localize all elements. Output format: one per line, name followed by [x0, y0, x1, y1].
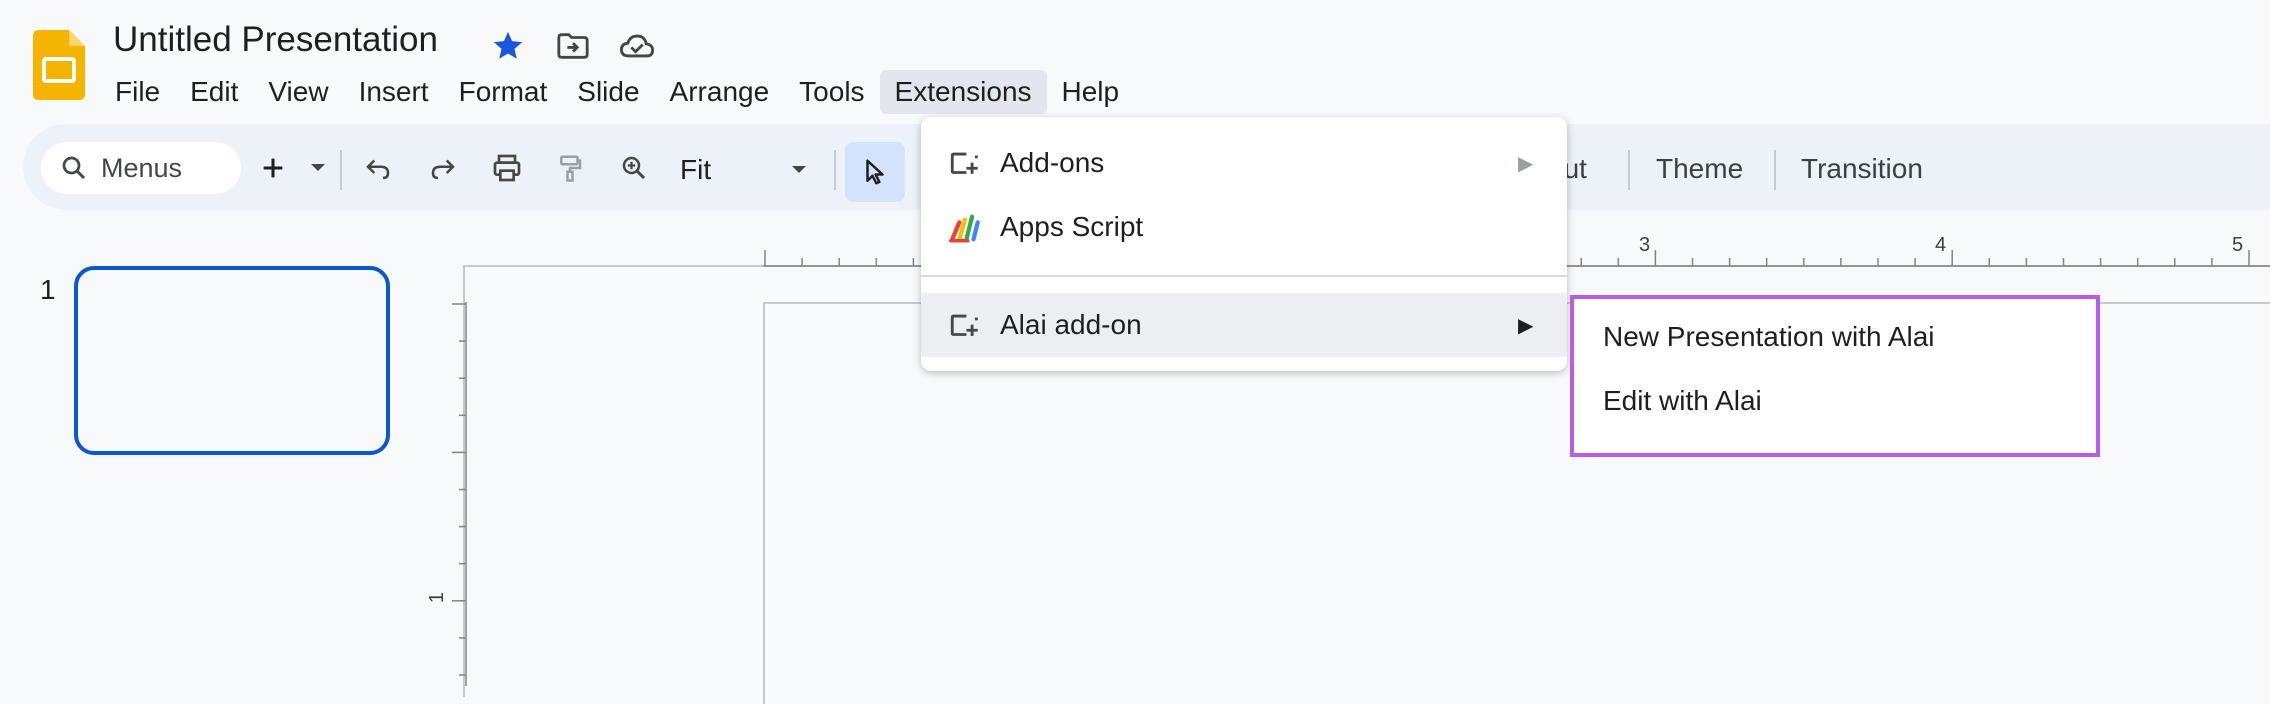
add-icon[interactable]: [250, 145, 296, 191]
select-cursor-icon[interactable]: [845, 142, 905, 202]
theme-button[interactable]: Theme: [1656, 153, 1743, 185]
menu-insert[interactable]: Insert: [344, 70, 444, 114]
zoom-icon[interactable]: [611, 145, 657, 191]
edit-with-alai-item[interactable]: Edit with Alai: [1603, 385, 1762, 417]
add-on-icon: [950, 314, 978, 336]
slides-logo-icon[interactable]: [33, 30, 85, 100]
menu-divider: [921, 275, 1567, 277]
zoom-select[interactable]: Fit: [660, 147, 815, 193]
ruler-label: 4: [1935, 234, 1947, 256]
vertical-ruler: [452, 302, 467, 686]
search-icon: [62, 156, 86, 180]
submenu-arrow-icon: ▶: [1518, 314, 1534, 337]
paint-format-icon[interactable]: [547, 145, 593, 191]
menu-file[interactable]: File: [100, 70, 175, 114]
search-menus-box[interactable]: Menus: [41, 142, 241, 194]
ruler-label: 1: [426, 591, 449, 604]
menu-extensions[interactable]: Extensions: [879, 70, 1047, 114]
toolbar-separator: [340, 150, 342, 190]
extensions-menu: Add-ons ▶ Apps Script Alai add-on ▶: [921, 117, 1567, 371]
undo-icon[interactable]: [355, 145, 401, 191]
menu-edit[interactable]: Edit: [175, 70, 253, 114]
menu-help[interactable]: Help: [1047, 70, 1135, 114]
move-to-folder-icon[interactable]: [553, 26, 593, 66]
zoom-value: Fit: [680, 154, 712, 185]
toolbar-separator: [834, 150, 836, 190]
star-icon[interactable]: [488, 26, 528, 66]
menu-item-alai-add-on[interactable]: Alai add-on ▶: [921, 293, 1567, 357]
alai-submenu: New Presentation with Alai Edit with Ala…: [1570, 295, 2100, 457]
toolbar-separator: [1774, 150, 1776, 190]
cloud-saved-icon[interactable]: [617, 26, 657, 66]
menu-tools[interactable]: Tools: [784, 70, 879, 114]
new-slide-dropdown-icon[interactable]: [300, 145, 336, 191]
apps-script-icon: [949, 214, 980, 243]
menu-arrange[interactable]: Arrange: [655, 70, 785, 114]
toolbar-separator: [1628, 150, 1630, 190]
print-icon[interactable]: [484, 145, 530, 191]
menu-item-label: Alai add-on: [1000, 309, 1142, 340]
presentation-title[interactable]: Untitled Presentation: [113, 20, 438, 60]
menu-view[interactable]: View: [253, 70, 343, 114]
submenu-arrow-icon: ▶: [1518, 152, 1534, 175]
slide-number: 1: [40, 274, 56, 305]
new-presentation-with-alai-item[interactable]: New Presentation with Alai: [1603, 321, 1935, 353]
chevron-down-icon: [792, 166, 806, 173]
menu-item-apps-script[interactable]: Apps Script: [921, 195, 1567, 259]
search-label: Menus: [101, 152, 183, 183]
menu-slide[interactable]: Slide: [562, 70, 654, 114]
ruler-label: 3: [1639, 234, 1651, 256]
menu-item-label: Add-ons: [1000, 147, 1105, 178]
add-on-icon: [950, 152, 978, 174]
ruler-label: 5: [2232, 234, 2244, 256]
transition-button[interactable]: Transition: [1801, 153, 1923, 185]
slide-thumbnail[interactable]: [74, 266, 390, 455]
menu-format[interactable]: Format: [444, 70, 563, 114]
menu-item-label: Apps Script: [1000, 211, 1144, 242]
redo-icon[interactable]: [420, 145, 466, 191]
menu-item-add-ons[interactable]: Add-ons ▶: [921, 131, 1567, 195]
menu-bar: File Edit View Insert Format Slide Arran…: [100, 70, 1135, 114]
